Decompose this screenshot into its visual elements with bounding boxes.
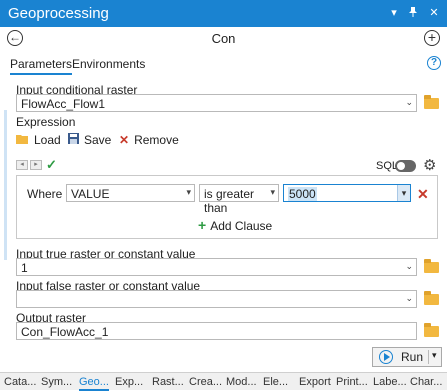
bottom-tab[interactable]: Mod... (226, 376, 257, 388)
browse-folder-icon[interactable] (424, 291, 439, 305)
bottom-tab[interactable]: Export (299, 376, 331, 388)
open-folder-icon (16, 133, 29, 147)
play-icon (379, 350, 393, 364)
value-input[interactable]: 5000 ▾ (283, 184, 411, 202)
pane-menu-icon[interactable]: ▾ (388, 6, 400, 20)
bottom-tab-active[interactable]: Geo... (79, 376, 109, 391)
tool-tabs: Parameters Environments (0, 55, 447, 75)
remove-label: Remove (134, 133, 179, 147)
tab-environments[interactable]: Environments (72, 57, 145, 71)
input-conditional-raster-field[interactable]: FlowAcc_Flow1 ⌄ (16, 94, 417, 112)
chevron-down-icon: ⌄ (405, 293, 413, 303)
output-raster-value: Con_FlowAcc_1 (21, 325, 109, 339)
operator-dropdown[interactable]: is greater than ▾ (199, 184, 279, 215)
chevron-down-icon: ⌄ (405, 97, 413, 107)
tool-title: Con (211, 31, 236, 46)
add-clause-button[interactable]: + Add Clause (198, 217, 272, 233)
collapse-icon[interactable]: ◂ (16, 160, 28, 170)
run-button[interactable]: Run ▾ (372, 347, 442, 367)
pin-icon[interactable] (407, 6, 419, 23)
bottom-tab[interactable]: Ele... (263, 376, 288, 388)
geoprocessing-pane: Geoprocessing ▾ ✕ ← + Con Parameters Env… (0, 0, 447, 391)
gear-icon[interactable]: ⚙ (423, 156, 436, 174)
browse-folder-icon[interactable] (424, 95, 439, 109)
expand-icon[interactable]: ▸ (30, 160, 42, 170)
bottom-tab[interactable]: Crea... (189, 376, 222, 388)
verify-check-icon[interactable]: ✓ (46, 157, 57, 173)
help-icon[interactable]: ? (427, 56, 441, 70)
load-label: Load (34, 133, 61, 147)
run-label: Run (401, 350, 424, 364)
bottom-tab[interactable]: Print... (336, 376, 368, 388)
remove-clause-icon[interactable]: ✕ (417, 186, 429, 203)
scroll-indicator (4, 110, 7, 260)
save-button[interactable]: Save (68, 133, 111, 147)
chevron-down-icon: ▾ (270, 187, 275, 197)
output-raster-field[interactable]: Con_FlowAcc_1 (16, 322, 417, 340)
operator-value: is greater than (204, 187, 255, 215)
value-text: 5000 (288, 187, 317, 201)
chevron-down-icon: ⌄ (405, 261, 413, 271)
bottom-tab[interactable]: Exp... (115, 376, 143, 388)
chevron-down-icon: ▾ (186, 187, 191, 197)
toggle-knob (397, 162, 405, 170)
add-clause-label: Add Clause (210, 219, 273, 233)
plus-icon: + (198, 217, 207, 233)
pane-title: Geoprocessing (8, 5, 109, 22)
bottom-tab[interactable]: Sym... (41, 376, 72, 388)
tab-parameters[interactable]: Parameters (10, 57, 73, 75)
bottom-tab[interactable]: Labe... (373, 376, 407, 388)
field-value: VALUE (71, 187, 110, 201)
bottom-tab[interactable]: Rast... (152, 376, 184, 388)
where-label: Where (27, 187, 63, 201)
sql-toggle[interactable] (395, 160, 416, 172)
save-label: Save (84, 133, 112, 147)
close-icon[interactable]: ✕ (428, 6, 440, 20)
browse-folder-icon[interactable] (424, 323, 439, 337)
browse-folder-icon[interactable] (424, 259, 439, 273)
save-icon (68, 133, 79, 147)
expression-label: Expression (16, 115, 76, 129)
remove-x-icon: ✕ (119, 133, 130, 147)
input-true-value: 1 (21, 261, 28, 275)
input-true-field[interactable]: 1 ⌄ (16, 258, 417, 276)
load-button[interactable]: Load (16, 133, 61, 147)
chevron-down-icon[interactable]: ▾ (397, 185, 410, 201)
pane-titlebar: Geoprocessing ▾ ✕ (0, 0, 447, 27)
field-dropdown[interactable]: VALUE ▾ (66, 184, 195, 202)
bottom-tab[interactable]: Cata... (4, 376, 36, 388)
input-conditional-raster-value: FlowAcc_Flow1 (21, 97, 106, 111)
bottom-pane-tabs: Cata... Sym... Geo... Exp... Rast... Cre… (0, 372, 447, 391)
input-false-field[interactable]: ⌄ (16, 290, 417, 308)
chevron-down-icon[interactable]: ▾ (428, 350, 437, 364)
remove-button[interactable]: ✕ Remove (119, 133, 179, 147)
bottom-tab[interactable]: Char... (410, 376, 442, 388)
